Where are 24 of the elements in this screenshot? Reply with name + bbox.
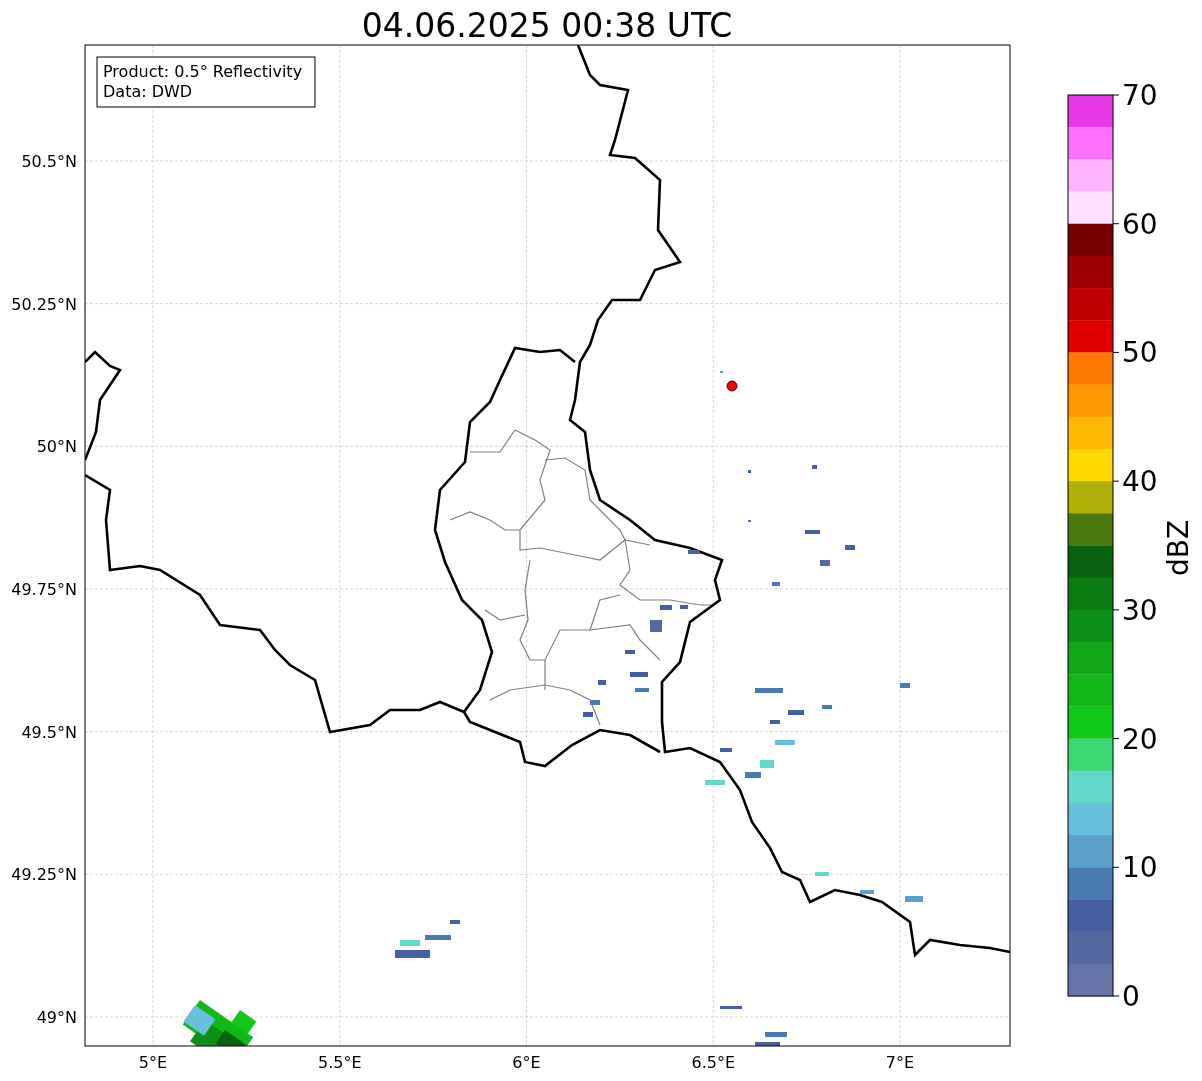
- latitude-label: 49.25°N: [11, 865, 77, 885]
- colorbar-tick-label: 20: [1122, 722, 1158, 756]
- longitude-label: 5.5°E: [317, 1053, 362, 1072]
- colorbar-tick-label: 50: [1122, 336, 1158, 370]
- colorbar-tick-label: 0: [1122, 980, 1140, 1013]
- colorbar-tick-label: 60: [1122, 207, 1158, 241]
- colorbar-tick-label: 10: [1122, 851, 1158, 885]
- longitude-label: 5°E: [138, 1053, 168, 1072]
- colorbar-tick-label: 30: [1122, 593, 1158, 627]
- colorbar-label: dBZ: [1162, 519, 1195, 577]
- latitude-label: 49.5°N: [21, 722, 77, 742]
- longitude-label: 6°E: [512, 1053, 541, 1072]
- chart-title: 04.06.2025 00:38 UTC: [361, 6, 733, 45]
- colorbar-tick-label: 70: [1122, 79, 1158, 112]
- latitude-label: 49°N: [36, 1008, 77, 1027]
- latitude-label: 50.5°N: [21, 152, 77, 171]
- longitude-label: 6.5°E: [691, 1053, 736, 1072]
- latitude-label: 50°N: [36, 437, 77, 457]
- info-text: Data: DWD: [103, 82, 193, 101]
- info-text: Product: 0.5° Reflectivity: [103, 62, 303, 81]
- latitude-label: 49.75°N: [11, 580, 77, 599]
- latitude-label: 50.25°N: [11, 294, 77, 314]
- longitude-label: 7°E: [885, 1053, 915, 1072]
- colorbar-tick-label: 40: [1122, 465, 1158, 499]
